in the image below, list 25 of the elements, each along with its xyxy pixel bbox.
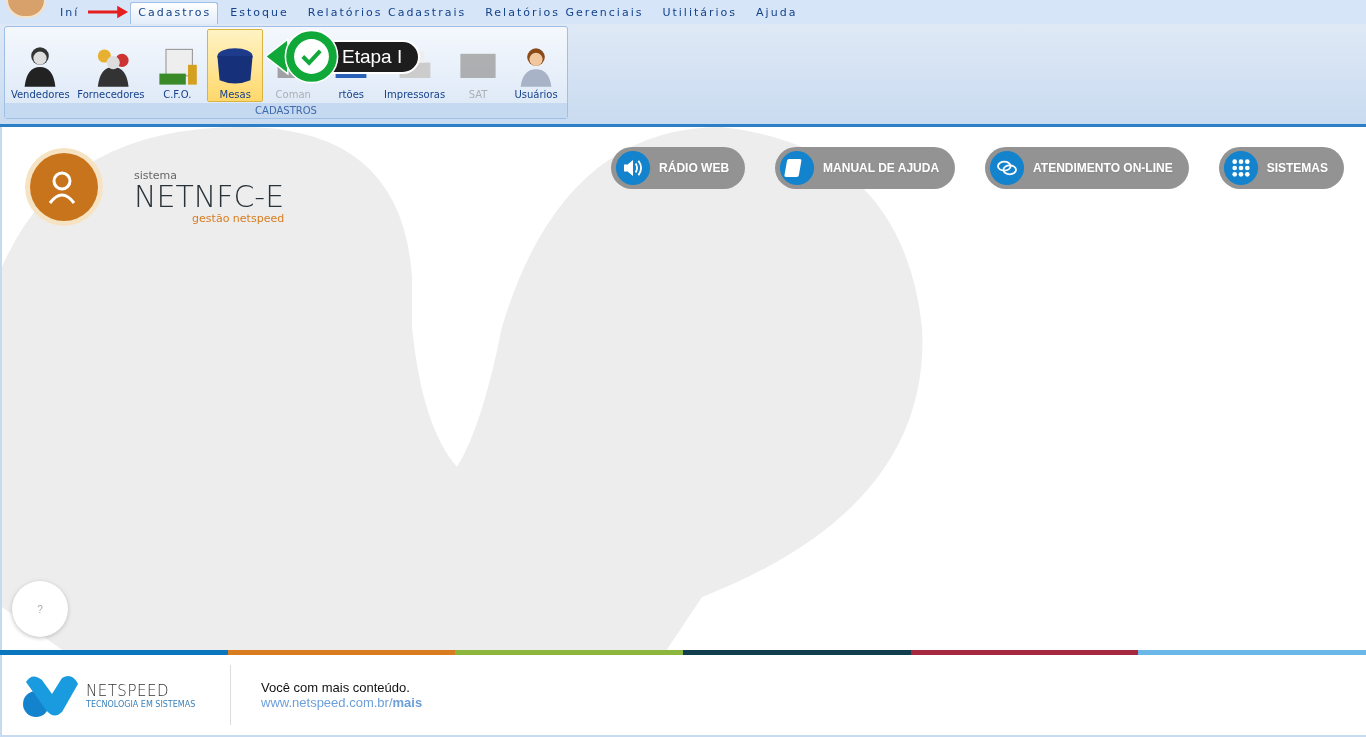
menu-tab[interactable]: Utilitários [654,2,745,24]
ribbon-item[interactable]: Usuários [508,29,564,102]
menu-tab[interactable]: Cadastros [130,2,219,24]
logo-caption: sistema [134,169,179,182]
menu-tab[interactable]: Relatórios Cadastrais [299,2,474,24]
ribbon-item[interactable]: Mesas [207,29,264,102]
logo-icon [24,147,104,227]
grid-dots-icon [1222,150,1259,186]
ribbon-item[interactable]: C.F.O. [149,29,206,102]
speaker-icon [615,150,652,186]
menu-tab[interactable]: Estoque [222,2,296,24]
chat-bubbles-icon [989,150,1026,186]
arrow-icon [88,4,129,20]
brand-name: NETSPEED [86,681,170,700]
menu-tab[interactable]: Ajuda [748,2,805,24]
menu-tab[interactable]: Iní [52,2,87,24]
brand-tagline: TECNOLOGIA EM SISTEMAS [86,699,196,709]
product-name: NETNFC-E [134,182,285,212]
group-label: CADASTROS [5,103,567,118]
slogan-text: Você com mais conteúdo. [261,680,411,695]
ribbon-item[interactable]: Vendedores [8,29,73,102]
ribbon-item[interactable]: Fornecedores [74,29,148,102]
logo-tagline: gestão netspeed [192,212,285,225]
menu-tab[interactable]: Relatórios Gerenciais [477,2,651,24]
book-icon [779,150,816,186]
